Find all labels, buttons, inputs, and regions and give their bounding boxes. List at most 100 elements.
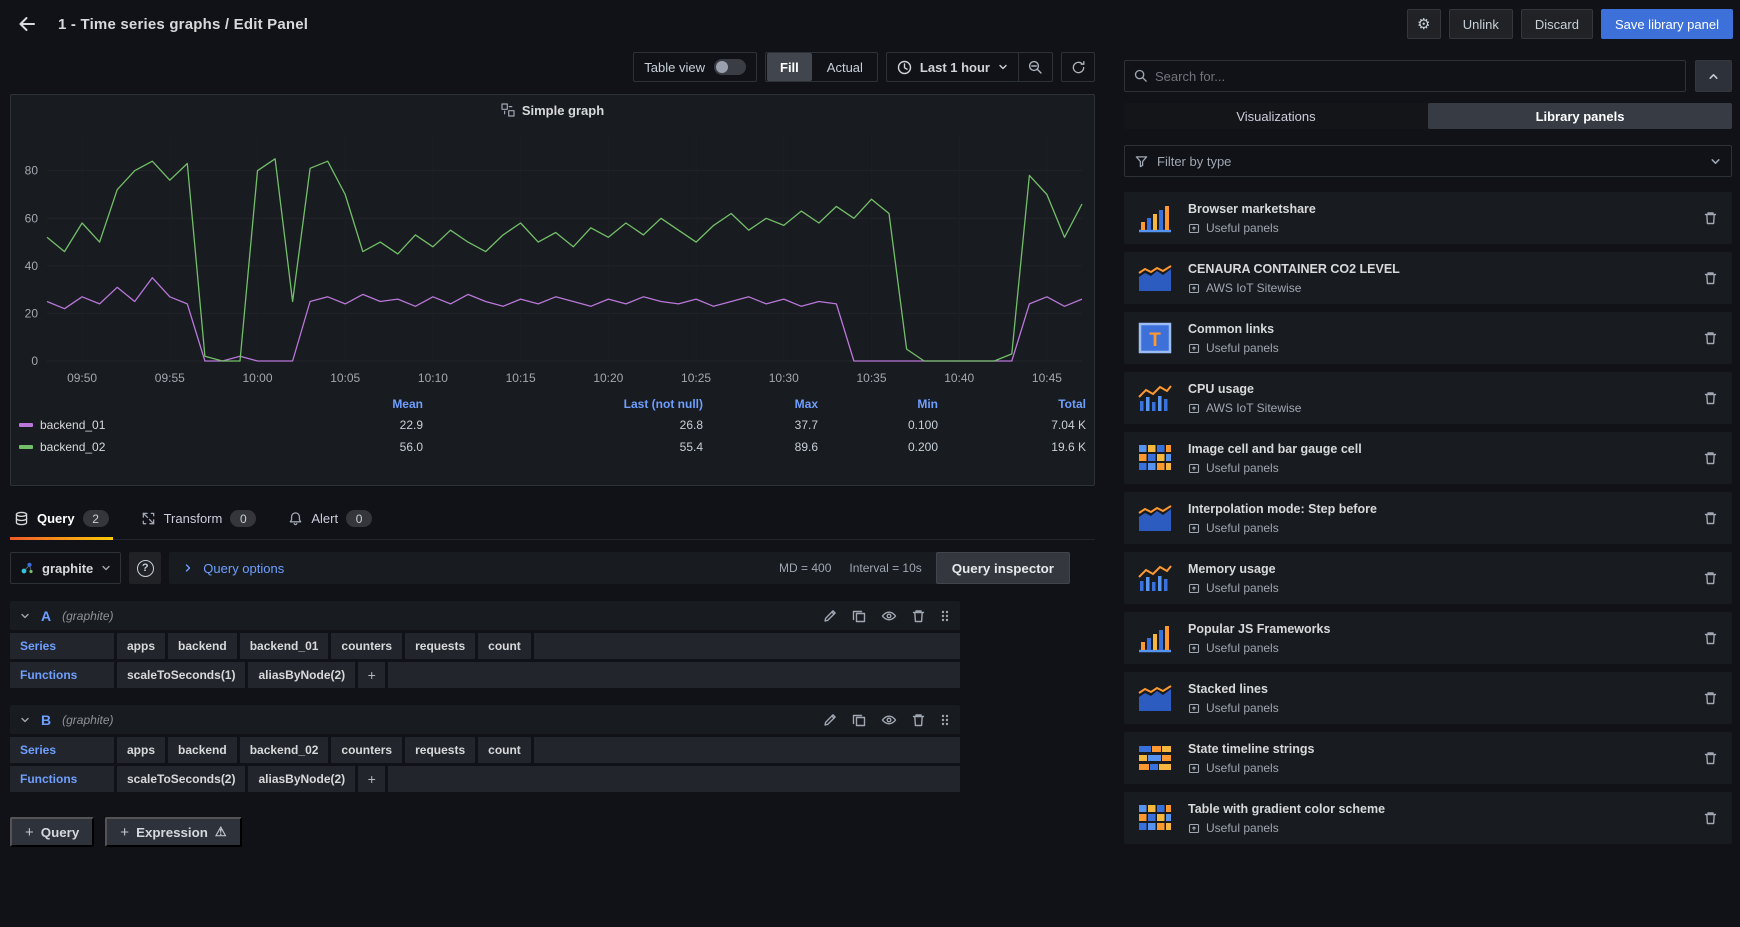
trash-icon[interactable] [1704, 571, 1717, 585]
legend-column-header[interactable]: Last (not null) [423, 397, 703, 411]
collapse-chevron-icon[interactable] [20, 611, 30, 621]
library-panel-card[interactable]: Stacked lines Useful panels [1124, 672, 1732, 724]
panel-toolbar: Table view Fill Actual Last 1 hour [10, 52, 1095, 82]
legend-series-name[interactable]: backend_01 [19, 418, 333, 432]
tab-query[interactable]: Query 2 [10, 498, 113, 539]
legend-column-header[interactable]: Total [938, 397, 1086, 411]
query-ref-id[interactable]: B [41, 712, 51, 728]
duplicate-icon[interactable] [852, 609, 866, 623]
series-color-swatch[interactable] [19, 423, 33, 427]
library-panel-card[interactable]: Popular JS Frameworks Useful panels [1124, 612, 1732, 664]
duplicate-icon[interactable] [852, 713, 866, 727]
query-part[interactable]: counters [331, 737, 402, 763]
query-part[interactable]: count [478, 737, 531, 763]
series-label[interactable]: Series [10, 633, 114, 659]
datasource-help-button[interactable]: ? [129, 552, 161, 584]
legend-column-header[interactable]: Min [818, 397, 938, 411]
library-panel-card[interactable]: Image cell and bar gauge cell Useful pan… [1124, 432, 1732, 484]
library-panel-card[interactable]: T Common links Useful panels [1124, 312, 1732, 364]
query-inspector-button[interactable]: Query inspector [936, 552, 1070, 584]
fill-button[interactable]: Fill [767, 53, 812, 81]
functions-label[interactable]: Functions [10, 766, 114, 792]
edit-pencil-icon[interactable] [823, 713, 837, 727]
query-part[interactable]: backend [168, 633, 237, 659]
legend-column-header[interactable]: Max [703, 397, 818, 411]
trash-icon[interactable] [1704, 751, 1717, 765]
trash-icon[interactable] [1704, 271, 1717, 285]
query-part[interactable]: scaleToSeconds(1) [117, 662, 245, 688]
trash-icon[interactable] [1704, 451, 1717, 465]
refresh-button[interactable] [1061, 52, 1095, 82]
query-part[interactable]: requests [405, 633, 475, 659]
collapse-pane-button[interactable] [1695, 60, 1732, 92]
time-series-chart[interactable]: 02040608009:5009:5510:0010:0510:1010:151… [11, 125, 1092, 391]
datasource-picker[interactable]: graphite [10, 552, 121, 584]
add-function-button[interactable]: + [358, 766, 385, 792]
query-part[interactable]: counters [331, 633, 402, 659]
query-part[interactable]: aliasByNode(2) [248, 766, 355, 792]
query-part[interactable]: count [478, 633, 531, 659]
library-panel-card[interactable]: Table with gradient color scheme Useful … [1124, 792, 1732, 844]
tab-library-panels[interactable]: Library panels [1428, 103, 1732, 129]
panel-settings-button[interactable]: ⚙ [1407, 9, 1441, 39]
actual-button[interactable]: Actual [814, 53, 876, 81]
panel-header[interactable]: Simple graph [11, 95, 1094, 125]
query-part[interactable]: backend_02 [240, 737, 329, 763]
collapse-chevron-icon[interactable] [20, 715, 30, 725]
chevron-right-icon [183, 563, 193, 573]
back-arrow-icon[interactable] [10, 7, 44, 41]
query-part[interactable]: aliasByNode(2) [248, 662, 355, 688]
add-expression-button[interactable]: + Expression ⚠ [105, 817, 241, 847]
table-view-toggle[interactable] [714, 59, 746, 75]
query-row-a: A (graphite) Series appsbackendbackend_0… [10, 601, 960, 688]
zoom-out-button[interactable] [1018, 53, 1052, 81]
tab-alert[interactable]: Alert 0 [284, 498, 376, 539]
tab-transform[interactable]: Transform 0 [137, 498, 261, 539]
library-panel-title: Popular JS Frameworks [1188, 622, 1330, 636]
series-color-swatch[interactable] [19, 445, 33, 449]
add-function-button[interactable]: + [358, 662, 385, 688]
series-label[interactable]: Series [10, 737, 114, 763]
hide-eye-icon[interactable] [881, 713, 897, 727]
library-panel-card[interactable]: Browser marketshare Useful panels [1124, 192, 1732, 244]
library-panel-card[interactable]: State timeline strings Useful panels [1124, 732, 1732, 784]
query-part[interactable]: apps [117, 633, 165, 659]
save-library-panel-button[interactable]: Save library panel [1601, 9, 1733, 39]
query-part[interactable]: backend_01 [240, 633, 329, 659]
legend-series-name[interactable]: backend_02 [19, 440, 333, 454]
query-part[interactable]: scaleToSeconds(2) [117, 766, 245, 792]
trash-icon[interactable] [1704, 691, 1717, 705]
time-range-picker[interactable]: Last 1 hour [887, 60, 1018, 75]
query-ref-id[interactable]: A [41, 608, 51, 624]
edit-pencil-icon[interactable] [823, 609, 837, 623]
library-panel-card[interactable]: CPU usage AWS IoT Sitewise [1124, 372, 1732, 424]
functions-label[interactable]: Functions [10, 662, 114, 688]
legend-column-header[interactable]: Mean [333, 397, 423, 411]
unlink-button[interactable]: Unlink [1449, 9, 1513, 39]
trash-icon[interactable] [912, 713, 925, 727]
discard-button[interactable]: Discard [1521, 9, 1593, 39]
trash-icon[interactable] [1704, 811, 1717, 825]
query-part[interactable]: requests [405, 737, 475, 763]
hide-eye-icon[interactable] [881, 609, 897, 623]
library-panel-card[interactable]: Memory usage Useful panels [1124, 552, 1732, 604]
filter-by-type-select[interactable]: Filter by type [1124, 145, 1732, 177]
add-query-button[interactable]: + Query [10, 817, 94, 847]
query-part[interactable]: apps [117, 737, 165, 763]
tab-visualizations[interactable]: Visualizations [1124, 103, 1428, 129]
trash-icon[interactable] [1704, 511, 1717, 525]
trash-icon[interactable] [1704, 391, 1717, 405]
edit-tabs: Query 2 Transform 0 Alert 0 [10, 498, 1095, 540]
trash-icon[interactable] [1704, 331, 1717, 345]
search-input[interactable] [1155, 69, 1676, 84]
trash-icon[interactable] [912, 609, 925, 623]
query-options-toggle[interactable]: Query options [183, 561, 284, 576]
library-panel-card[interactable]: Interpolation mode: Step before Useful p… [1124, 492, 1732, 544]
drag-handle-icon[interactable] [940, 609, 950, 623]
trash-icon[interactable] [1704, 631, 1717, 645]
trash-icon[interactable] [1704, 211, 1717, 225]
query-part[interactable]: backend [168, 737, 237, 763]
library-panel-card[interactable]: CENAURA CONTAINER CO2 LEVEL AWS IoT Site… [1124, 252, 1732, 304]
drag-handle-icon[interactable] [940, 713, 950, 727]
query-part-filler [388, 662, 960, 688]
